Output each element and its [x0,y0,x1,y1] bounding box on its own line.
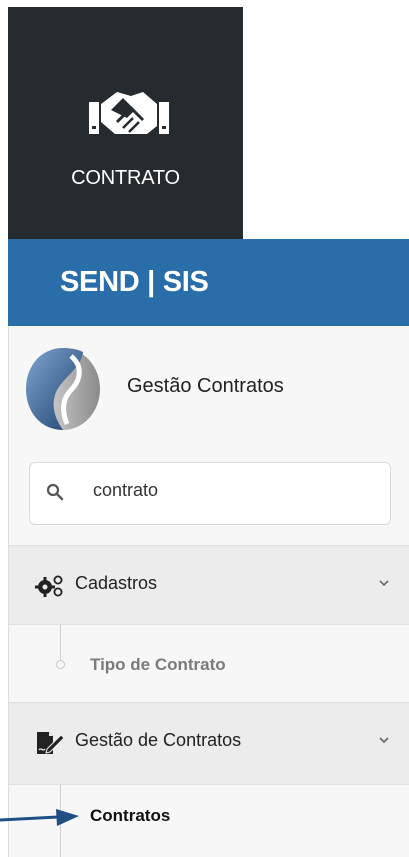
gears-icon [35,575,63,597]
signed-document-icon [37,732,65,754]
search-input[interactable] [93,480,373,501]
pointer-arrow-icon [0,809,79,826]
submenu-tipo-de-contrato[interactable]: Tipo de Contrato [90,655,226,675]
handshake-icon [89,92,169,134]
brand-title[interactable]: SEND | SIS [60,266,209,299]
chevron-down-icon [379,737,389,744]
tree-node-dot [56,660,65,669]
menu-cadastros-label: Cadastros [75,573,158,593]
search-icon [46,483,64,501]
menu-gestao-de-contratos[interactable]: Gestão de Contratos [9,702,409,785]
menu-gestao-label: Gestão de Contratos [75,730,242,750]
company-logo [26,348,100,430]
submenu-contratos[interactable]: Contratos [90,806,170,826]
cadastros-tree-line [60,625,61,660]
tile-label: CONTRATO [71,167,180,189]
chevron-down-icon [379,580,389,587]
screenshot-stage: CONTRATO SEND | SIS Gestão Contratos con… [0,0,409,857]
menu-cadastros[interactable]: Cadastros [9,545,409,625]
search-box[interactable] [29,462,391,525]
profile-name: Gestão Contratos [127,375,284,397]
app-header: SEND | SIS [8,239,409,326]
contrato-module-tile[interactable]: CONTRATO [8,7,243,239]
sidebar: Gestão Contratos Cada [8,326,409,857]
